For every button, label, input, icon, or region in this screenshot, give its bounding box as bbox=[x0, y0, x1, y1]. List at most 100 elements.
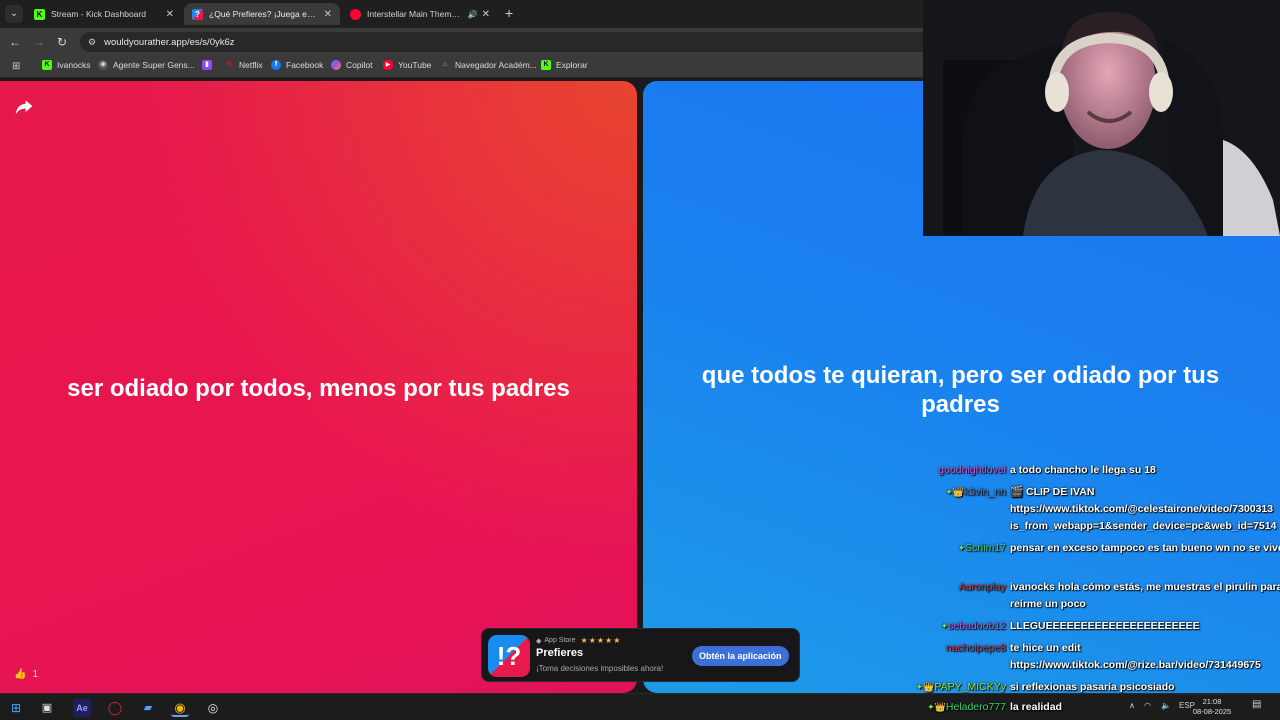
option-red-text: ser odiado por todos, menos por tus padr… bbox=[67, 375, 570, 402]
tab-interstellar[interactable]: Interstellar Main Theme - E 🔊 ✕ bbox=[342, 3, 498, 25]
bookmark-label: Navegador Académ... bbox=[455, 60, 537, 70]
bookmark-label: Facebook bbox=[286, 60, 324, 70]
chat-username: ✦Scriim17 bbox=[957, 542, 1006, 554]
chat-username: Auronplay bbox=[958, 581, 1006, 593]
tab-search-chevron-icon[interactable]: ⌄ bbox=[5, 5, 23, 23]
bookmark-agente[interactable]: ◉ Agente Super Gens... bbox=[98, 60, 195, 70]
tab-label: Stream - Kick Dashboard bbox=[51, 9, 146, 19]
thumbs-up-icon: 👍 bbox=[14, 669, 27, 680]
tab-prefieres[interactable]: ? ¿Qué Prefieres? ¡Juega en línea! ✕ bbox=[184, 3, 340, 25]
after-effects-icon[interactable]: Ae bbox=[73, 699, 91, 717]
chat-message: Auronplay ivanocks hola cómo estás, me m… bbox=[900, 579, 1280, 617]
app-promo-banner: !? ◆ App Store ★★★★★ Prefieres ¡Toma dec… bbox=[481, 628, 800, 682]
chat-message: nachoipepe8 te hice un edit https://www.… bbox=[900, 640, 1280, 678]
chat-username: nachoipepe8 bbox=[945, 642, 1006, 654]
copilot-icon bbox=[331, 60, 341, 70]
youtube-icon bbox=[350, 8, 361, 20]
apps-grid-icon[interactable]: ⊞ bbox=[12, 61, 20, 72]
bookmark-label: Copilot bbox=[346, 60, 373, 70]
option-red-card[interactable]: ser odiado por todos, menos por tus padr… bbox=[0, 81, 637, 693]
bookmark-copilot[interactable]: Copilot bbox=[331, 60, 372, 70]
bookmark-twitch[interactable]: ▮ bbox=[202, 60, 217, 70]
app-tagline: ¡Toma decisiones imposibles ahora! bbox=[536, 664, 664, 673]
chat-message: ✦Scriim17 pensar en exceso tampoco es ta… bbox=[900, 540, 1280, 578]
tray-chevron-icon[interactable]: ∧ bbox=[1129, 701, 1135, 710]
netflix-icon: N bbox=[226, 61, 232, 68]
option-blue-text: que todos te quieran, pero ser odiado po… bbox=[701, 362, 1220, 418]
rating-stars: ★★★★★ bbox=[580, 636, 622, 645]
share-icon[interactable] bbox=[14, 97, 34, 117]
prefieres-icon: ? bbox=[192, 8, 203, 20]
bookmark-facebook[interactable]: f Facebook bbox=[271, 60, 323, 70]
streamer-webcam-image bbox=[923, 0, 1280, 236]
stream-chat-overlay: goodnightlovel a todo chancho le llega s… bbox=[900, 462, 1280, 720]
chat-text: LLEGUEEEEEEEEEEEEEEEEEEEEEE bbox=[1010, 620, 1200, 632]
bookmark-ivanocks[interactable]: K Ivanocks bbox=[42, 60, 91, 70]
reload-icon[interactable]: ↻ bbox=[57, 34, 67, 50]
wifi-icon[interactable]: ◠ bbox=[1144, 701, 1151, 710]
site-settings-icon[interactable]: ⚙ bbox=[88, 37, 96, 48]
chat-username: ✦sebadoob12 bbox=[940, 620, 1006, 632]
twitch-icon: ▮ bbox=[202, 60, 212, 70]
system-clock[interactable]: 21:08 08-08-2025 bbox=[1192, 697, 1232, 717]
bookmark-label: Explorar bbox=[556, 60, 588, 70]
bookmark-label: Agente Super Gens... bbox=[113, 60, 195, 70]
prefieres-app-logo-icon: !? bbox=[488, 635, 530, 677]
clock-time: 21:08 bbox=[1202, 697, 1222, 706]
opera-icon[interactable]: ◯ bbox=[106, 699, 124, 717]
chat-message: ✦sebadoob12 LLEGUEEEEEEEEEEEEEEEEEEEEEE bbox=[900, 618, 1280, 640]
chat-username: ✦👑Heladero777 bbox=[927, 701, 1006, 713]
speaker-icon[interactable]: 🔊 bbox=[468, 10, 478, 19]
notifications-icon[interactable]: ▤ bbox=[1252, 699, 1261, 710]
chat-text: te hice un edit https://www.tiktok.com/@… bbox=[1010, 642, 1261, 671]
screen: ⌄ K Stream - Kick Dashboard ✕ ? ¿Qué Pre… bbox=[0, 0, 1280, 720]
close-icon[interactable]: ✕ bbox=[166, 9, 174, 20]
volume-icon[interactable]: 🔈 bbox=[1161, 701, 1171, 710]
scholar-icon: ⌂ bbox=[442, 61, 448, 68]
tab-label: ¿Qué Prefieres? ¡Juega en línea! bbox=[209, 9, 320, 19]
close-icon[interactable]: ✕ bbox=[482, 9, 490, 20]
bookmark-navegador[interactable]: ⌂ Navegador Académ... bbox=[440, 60, 537, 70]
facebook-icon: f bbox=[271, 60, 281, 70]
agent-icon: ◉ bbox=[98, 60, 108, 70]
bookmark-label: Ivanocks bbox=[57, 60, 91, 70]
youtube-icon: ▶ bbox=[383, 60, 393, 70]
chrome-icon[interactable]: ◉ bbox=[171, 699, 189, 717]
chat-text: a todo chancho le llega su 18 bbox=[1010, 464, 1156, 476]
bookmark-label: YouTube bbox=[398, 60, 432, 70]
new-tab-button[interactable]: + bbox=[505, 5, 513, 21]
chat-text: 🎬 CLIP DE IVAN https://www.tiktok.com/@c… bbox=[1010, 486, 1277, 532]
webcam-overlay bbox=[923, 0, 1280, 236]
chat-username: goodnightlovel bbox=[938, 464, 1006, 476]
chat-username: ✦👑k3vin_nn bbox=[945, 486, 1006, 498]
chat-text: ivanocks hola cómo estás, me muestras el… bbox=[1010, 581, 1280, 610]
clock-date: 08-08-2025 bbox=[1192, 707, 1232, 716]
bookmark-label: Netflix bbox=[239, 60, 263, 70]
obs-icon[interactable]: ◎ bbox=[204, 699, 222, 717]
address-bar[interactable]: ⚙ wouldyourather.app/es/s/0yk6z bbox=[80, 32, 940, 52]
chat-message: goodnightlovel a todo chancho le llega s… bbox=[900, 462, 1280, 484]
likes-counter[interactable]: 👍 1 bbox=[14, 669, 38, 680]
task-view-icon[interactable]: ▣ bbox=[38, 699, 56, 717]
url-text: wouldyourather.app/es/s/0yk6z bbox=[104, 36, 235, 48]
file-explorer-icon[interactable]: ▰ bbox=[139, 699, 157, 717]
forward-arrow-icon[interactable]: → bbox=[33, 34, 45, 50]
store-name: App Store bbox=[544, 637, 576, 644]
app-store-line: ◆ App Store ★★★★★ bbox=[536, 636, 621, 645]
windows-start-icon[interactable]: ⊞ bbox=[7, 699, 25, 717]
close-icon[interactable]: ✕ bbox=[324, 9, 332, 20]
likes-count: 1 bbox=[32, 669, 39, 680]
get-app-button[interactable]: Obtén la aplicación bbox=[692, 646, 789, 666]
kick-icon: K bbox=[42, 60, 52, 70]
bookmark-explorar[interactable]: K Explorar bbox=[541, 60, 588, 70]
kick-icon: K bbox=[34, 8, 45, 20]
windows-taskbar: ⊞ ▣ Ae ◯ ▰ ◉ ◎ ✦👑Heladero777 la realidad… bbox=[0, 693, 1280, 720]
back-arrow-icon[interactable]: ← bbox=[9, 34, 21, 50]
kick-icon: K bbox=[541, 60, 551, 70]
chat-message: ✦👑k3vin_nn 🎬 CLIP DE IVAN https://www.ti… bbox=[900, 484, 1280, 540]
bookmark-youtube[interactable]: ▶ YouTube bbox=[383, 60, 431, 70]
bookmark-netflix[interactable]: N Netflix bbox=[224, 60, 263, 70]
apple-icon: ◆ bbox=[536, 637, 542, 645]
app-name: Prefieres bbox=[536, 647, 584, 659]
tab-kick-dashboard[interactable]: K Stream - Kick Dashboard ✕ bbox=[26, 3, 182, 25]
